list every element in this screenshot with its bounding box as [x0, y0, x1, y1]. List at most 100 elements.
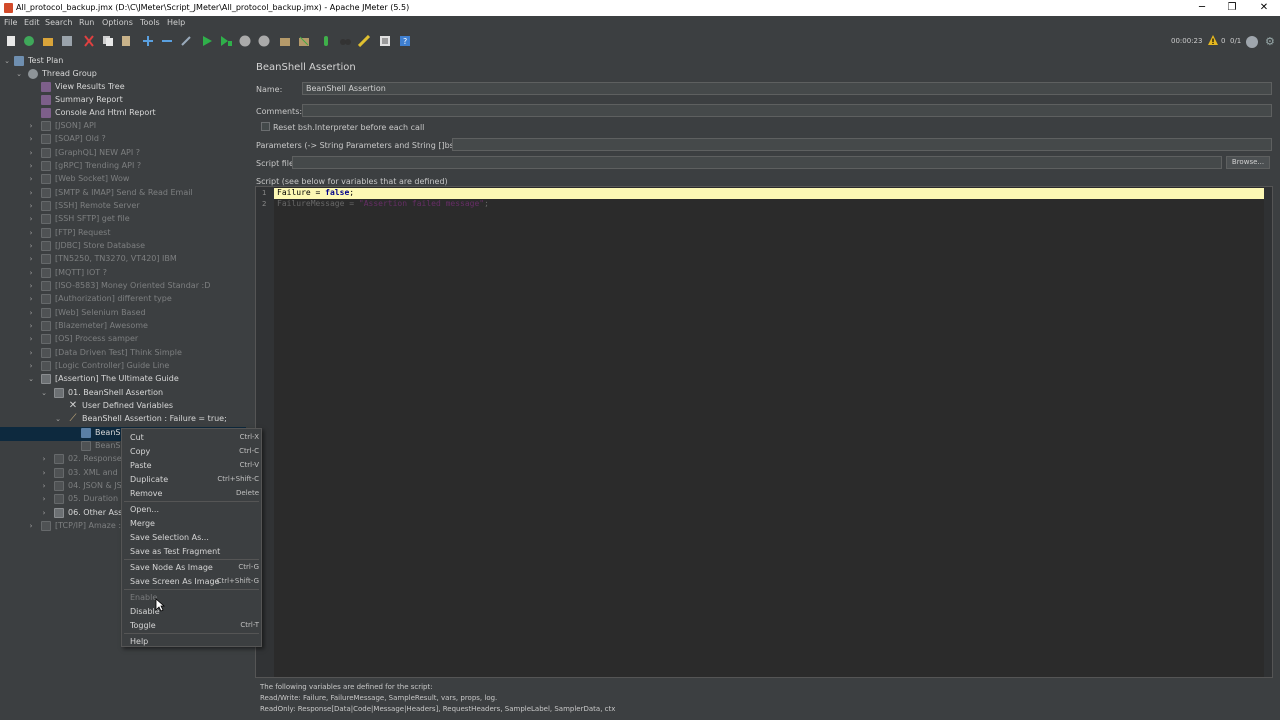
clear-icon[interactable] [279, 35, 291, 47]
menu-run[interactable]: Run [79, 18, 94, 27]
tree-node-xml-assertion[interactable]: › 03. XML and H [0, 467, 126, 480]
menu-item-disable[interactable]: Disable [122, 605, 261, 618]
copy-icon[interactable] [102, 35, 114, 47]
menu-item-cut[interactable]: Cut Ctrl-X [122, 431, 261, 444]
tree-node-controller[interactable]: › [TN5250, TN3270, VT420] IBM [0, 253, 240, 266]
tree-node-controller[interactable]: › [Web Socket] Wow [0, 173, 240, 186]
tree-node-controller[interactable]: › [Authorization] different type [0, 293, 240, 306]
start-no-pauses-icon[interactable] [220, 35, 232, 47]
menu-item-help[interactable]: Help [122, 635, 261, 648]
collapse-icon[interactable] [161, 35, 173, 47]
expand-toggle-icon[interactable]: › [27, 521, 35, 531]
start-icon[interactable] [201, 35, 213, 47]
tree-node-controller[interactable]: › [OS] Process samper [0, 333, 240, 346]
collapse-toggle-icon[interactable]: ⌄ [3, 56, 11, 66]
warning-icon[interactable] [1208, 35, 1218, 45]
expand-toggle-icon[interactable]: › [27, 201, 35, 211]
expand-toggle-icon[interactable]: › [27, 121, 35, 131]
tree-node-beanshell-controller[interactable]: ⌄ 01. BeanShell Assertion [0, 387, 240, 400]
reset-interpreter-checkbox[interactable] [261, 122, 270, 131]
tree-node-json-assertion[interactable]: › 04. JSON & JSR [0, 480, 127, 493]
tree-node-console-report[interactable]: Console And Html Report [0, 107, 240, 120]
expand-toggle-icon[interactable]: › [27, 308, 35, 318]
expand-toggle-icon[interactable]: › [27, 321, 35, 331]
log-viewer-icon[interactable] [379, 35, 391, 47]
expand-toggle-icon[interactable]: › [27, 148, 35, 158]
tree-node-view-results-tree[interactable]: View Results Tree [0, 81, 240, 94]
tree-node-other-assertion[interactable]: › 06. Other Asse [0, 507, 127, 520]
expand-toggle-icon[interactable]: › [27, 188, 35, 198]
tree-node-summary-report[interactable]: Summary Report [0, 94, 240, 107]
tree-node-controller[interactable]: › [SOAP] Old ? [0, 133, 240, 146]
menu-item-save-node-image[interactable]: Save Node As Image Ctrl-G [122, 561, 261, 574]
menu-item-remove[interactable]: Remove Delete [122, 487, 261, 500]
collapse-toggle-icon[interactable]: ⌄ [40, 388, 48, 398]
expand-toggle-icon[interactable]: › [40, 508, 48, 518]
cut-icon[interactable] [83, 35, 95, 47]
settings-gear-icon[interactable]: ⚙ [1265, 36, 1277, 48]
tree-node-controller[interactable]: › [gRPC] Trending API ? [0, 160, 240, 173]
tree-node-tcp[interactable]: › [TCP/IP] Amaze :D [0, 520, 127, 533]
templates-icon[interactable] [23, 35, 35, 47]
menu-tools[interactable]: Tools [140, 18, 160, 27]
expand-toggle-icon[interactable]: › [27, 268, 35, 278]
menu-item-duplicate[interactable]: Duplicate Ctrl+Shift-C [122, 473, 261, 486]
tree-node-controller[interactable]: › [SSH SFTP] get file [0, 213, 240, 226]
expand-toggle-icon[interactable]: › [40, 454, 48, 464]
expand-toggle-icon[interactable]: › [40, 481, 48, 491]
tree-node-controller[interactable]: › [GraphQL] NEW API ? [0, 147, 240, 160]
tree-node-controller[interactable]: › [Logic Controller] Guide Line [0, 360, 240, 373]
expand-toggle-icon[interactable]: › [27, 254, 35, 264]
close-button[interactable]: ✕ [1248, 0, 1280, 16]
script-editor[interactable]: 1 2 Failure = false; FailureMessage = "A… [255, 186, 1273, 678]
stop-icon[interactable] [239, 35, 251, 47]
parameters-field[interactable] [452, 138, 1272, 151]
toggle-icon[interactable] [180, 35, 192, 47]
tree-node-controller[interactable]: › [ISO-8583] Money Oriented Standar :D [0, 280, 240, 293]
menu-help[interactable]: Help [167, 18, 185, 27]
expand-toggle-icon[interactable]: › [27, 134, 35, 144]
tree-node-response-assertion[interactable]: › 02. Response A [0, 453, 130, 466]
expand-toggle-icon[interactable]: › [27, 281, 35, 291]
expand-toggle-icon[interactable]: › [27, 214, 35, 224]
tree-node-duration-assertion[interactable]: › 05. Duration & [0, 493, 127, 506]
expand-toggle-icon[interactable]: › [27, 348, 35, 358]
menu-file[interactable]: File [4, 18, 17, 27]
expand-toggle-icon[interactable]: › [40, 494, 48, 504]
reset-search-icon[interactable] [339, 35, 351, 47]
tree-node-controller[interactable]: › [Blazemeter] Awesome [0, 320, 240, 333]
editor-scrollbar[interactable] [1264, 187, 1272, 677]
collapse-toggle-icon[interactable]: ⌄ [27, 374, 35, 384]
minimize-button[interactable]: ─ [1186, 0, 1218, 16]
menu-options[interactable]: Options [102, 18, 133, 27]
tree-node-assertion-guide[interactable]: ⌄ [Assertion] The Ultimate Guide [0, 373, 240, 386]
collapse-toggle-icon[interactable]: ⌄ [15, 69, 23, 79]
menu-item-save-screen-image[interactable]: Save Screen As Image Ctrl+Shift-G [122, 575, 261, 588]
expand-toggle-icon[interactable]: › [40, 468, 48, 478]
function-helper-icon[interactable] [358, 35, 370, 47]
tree-node-controller[interactable]: › [Data Driven Test] Think Simple [0, 347, 240, 360]
expand-toggle-icon[interactable]: › [27, 174, 35, 184]
tree-node-controller[interactable]: › [JDBC] Store Database [0, 240, 240, 253]
expand-toggle-icon[interactable]: › [27, 334, 35, 344]
search-icon[interactable] [320, 35, 332, 47]
tree-node-thread-group[interactable]: ⌄ Thread Group [0, 68, 240, 81]
shutdown-icon[interactable] [258, 35, 270, 47]
tree-node-controller[interactable]: › [JSON] API [0, 120, 240, 133]
tree-node-beanshell-next[interactable]: BeanSh [0, 440, 126, 453]
menu-item-merge[interactable]: Merge [122, 517, 261, 530]
tree-node-controller[interactable]: › [SSH] Remote Server [0, 200, 240, 213]
menu-search[interactable]: Search [45, 18, 72, 27]
expand-icon[interactable] [142, 35, 154, 47]
tree-node-beanshell-selected[interactable]: BeanSh [0, 427, 126, 440]
menu-item-open[interactable]: Open... [122, 503, 261, 516]
save-icon[interactable] [61, 35, 73, 47]
menu-item-save-fragment[interactable]: Save as Test Fragment [122, 545, 261, 558]
comments-field[interactable] [302, 104, 1272, 117]
expand-toggle-icon[interactable]: › [27, 161, 35, 171]
menu-edit[interactable]: Edit [24, 18, 40, 27]
menu-item-paste[interactable]: Paste Ctrl-V [122, 459, 261, 472]
open-icon[interactable] [42, 35, 54, 47]
tree-node-test-plan[interactable]: ⌄ Test Plan [0, 55, 240, 68]
expand-toggle-icon[interactable]: › [27, 361, 35, 371]
